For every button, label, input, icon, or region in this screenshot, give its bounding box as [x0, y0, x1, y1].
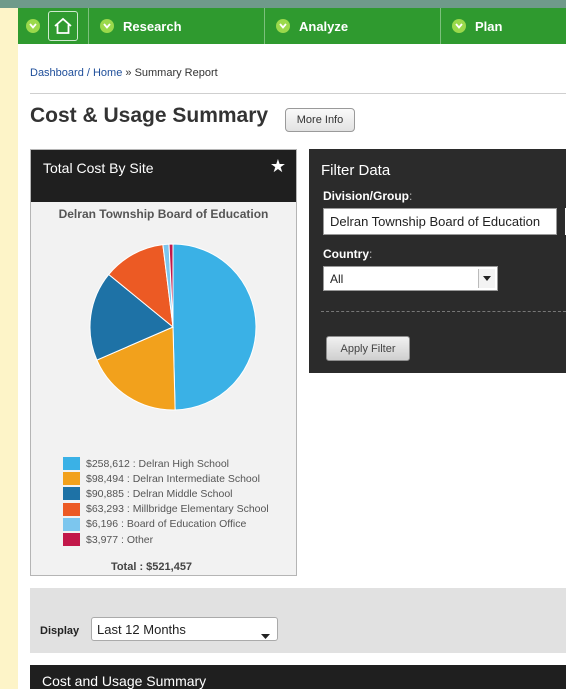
- legend-swatch: [63, 533, 80, 547]
- chevron-down-icon: [276, 19, 290, 33]
- division-label-text: Division/Group: [323, 189, 410, 203]
- legend-label: $90,885 : Delran Middle School: [86, 487, 233, 500]
- breadcrumb-separator: »: [122, 67, 135, 79]
- breadcrumb-current: Summary Report: [134, 67, 218, 79]
- chevron-down-icon: [452, 19, 466, 33]
- divider: [321, 311, 566, 312]
- main-nav: Research Analyze Plan: [18, 8, 566, 44]
- pie-slice-0[interactable]: [172, 243, 257, 411]
- country-select-value: All: [330, 272, 344, 286]
- legend-swatch: [63, 517, 80, 531]
- division-label: Division/Group:: [323, 189, 413, 203]
- pie-chart: [89, 243, 257, 411]
- legend-label: $6,196 : Board of Education Office: [86, 518, 247, 531]
- filter-title: Filter Data: [321, 162, 391, 179]
- nav-research[interactable]: Research: [89, 8, 265, 44]
- chevron-down-icon: [100, 19, 114, 33]
- legend-label: $258,612 : Delran High School: [86, 457, 230, 470]
- nav-home[interactable]: [18, 8, 89, 44]
- legend-label: $98,494 : Delran Intermediate School: [86, 472, 260, 485]
- total-cost-label: Total : $521,457: [110, 561, 193, 573]
- legend-item: $6,196 : Board of Education Office: [63, 517, 296, 532]
- filter-panel: Filter Data Division/Group: Delran Towns…: [309, 149, 566, 373]
- display-period-select[interactable]: Last 12 Months: [91, 617, 278, 641]
- nav-analyze-label: Analyze: [299, 18, 349, 34]
- dropdown-arrow-icon[interactable]: [478, 269, 495, 288]
- nav-research-label: Research: [123, 18, 182, 34]
- nav-plan[interactable]: Plan: [441, 8, 566, 44]
- legend-item: $90,885 : Delran Middle School: [63, 486, 296, 501]
- display-bar: Display Last 12 Months: [30, 588, 566, 653]
- legend-item: $98,494 : Delran Intermediate School: [63, 471, 296, 486]
- display-period-value: Last 12 Months: [97, 622, 186, 637]
- legend-swatch: [63, 487, 80, 501]
- legend-swatch: [63, 502, 80, 516]
- total-cost: Total : $521,457: [31, 561, 296, 573]
- chevron-down-icon: [261, 627, 270, 642]
- summary-section-title: Cost and Usage Summary: [42, 673, 207, 689]
- divider: [30, 93, 566, 94]
- division-field[interactable]: Delran Township Board of Education: [323, 208, 557, 235]
- country-label-text: Country: [323, 247, 369, 261]
- window-top-strip: [0, 0, 566, 8]
- total-cost-panel: Total Cost By Site ★ Delran Township Boa…: [30, 149, 297, 576]
- country-select[interactable]: All: [323, 266, 498, 291]
- chart-title: Delran Township Board of Education: [58, 207, 269, 221]
- breadcrumb-dashboard-link[interactable]: Dashboard / Home: [30, 67, 122, 79]
- legend-label: $63,293 : Millbridge Elementary School: [86, 503, 269, 516]
- legend-label: $3,977 : Other: [86, 533, 154, 546]
- more-info-button[interactable]: More Info: [285, 108, 355, 132]
- panel-header: Total Cost By Site ★: [31, 150, 296, 202]
- home-icon[interactable]: [48, 11, 78, 41]
- legend-item: $258,612 : Delran High School: [63, 456, 296, 471]
- panel-title: Total Cost By Site: [43, 160, 154, 176]
- page-content: Research Analyze Plan Dashboard / Home »…: [18, 8, 566, 689]
- page-title: Cost & Usage Summary: [30, 104, 269, 127]
- star-icon[interactable]: ★: [270, 156, 286, 177]
- legend-item: $3,977 : Other: [63, 532, 296, 547]
- country-label: Country:: [323, 247, 373, 261]
- legend-swatch: [63, 472, 80, 486]
- apply-filter-button[interactable]: Apply Filter: [326, 336, 410, 361]
- breadcrumb: Dashboard / Home » Summary Report: [30, 67, 218, 79]
- nav-analyze[interactable]: Analyze: [265, 8, 441, 44]
- display-label: Display: [40, 625, 80, 637]
- chevron-down-icon: [26, 19, 40, 33]
- legend-item: $63,293 : Millbridge Elementary School: [63, 502, 296, 517]
- summary-section-header: Cost and Usage Summary: [30, 665, 566, 689]
- legend-swatch: [63, 457, 80, 471]
- nav-plan-label: Plan: [475, 18, 503, 34]
- chart-legend: $258,612 : Delran High School $98,494 : D…: [63, 456, 296, 547]
